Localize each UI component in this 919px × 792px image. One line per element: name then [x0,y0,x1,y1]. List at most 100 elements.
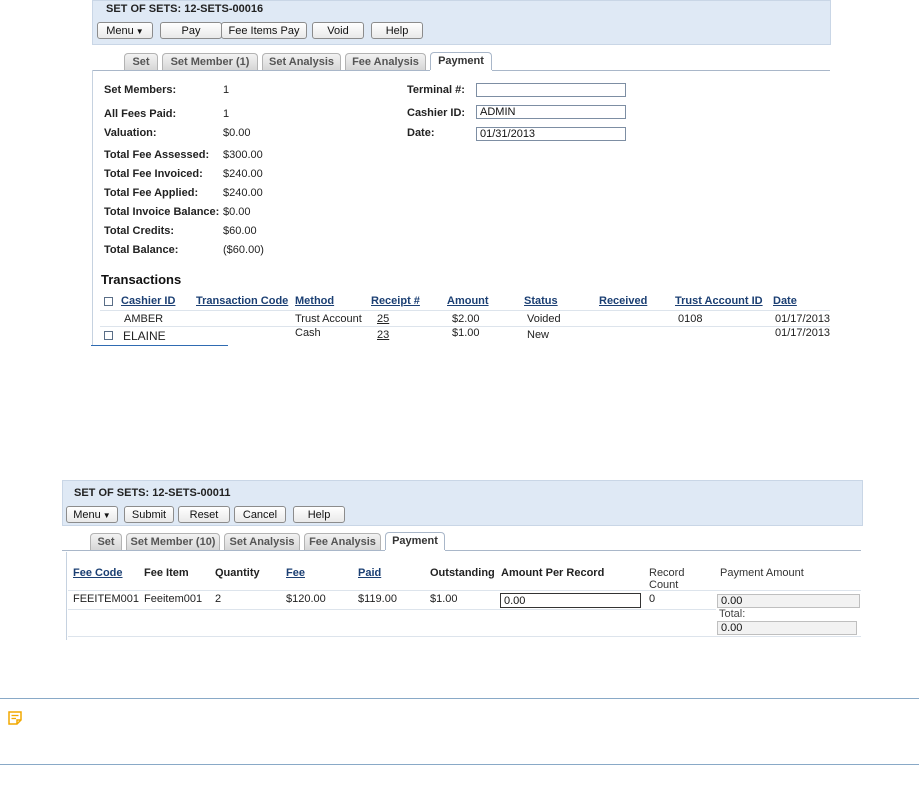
total-fee-applied-label: Total Fee Applied: [104,187,199,199]
row-method: Cash [295,327,321,339]
tab-divider-right [445,550,861,551]
menu-button[interactable]: Menu ▼ [66,506,118,523]
note-top-rule [0,698,919,699]
row-cashier-id: AMBER [124,313,164,325]
tab-payment[interactable]: Payment [430,52,492,70]
total-balance-label: Total Balance: [104,244,179,256]
total-balance-value: ($60.00) [223,244,264,256]
row-amount: $1.00 [452,327,480,339]
tab-set[interactable]: Set [90,533,122,550]
page-title: SET OF SETS: 12-SETS-00011 [74,487,231,499]
menu-button-label: Menu [73,509,101,521]
row-record-count: 0 [649,593,656,605]
tab-payment[interactable]: Payment [385,532,445,550]
tab-set-member[interactable]: Set Member (10) [126,533,220,550]
toolbar: Menu ▼ Submit Reset Cancel Help [66,506,856,524]
note-bottom-rule [0,764,919,765]
row-status: Voided [527,313,561,325]
total-fee-assessed-label: Total Fee Assessed: [104,149,210,161]
header-divider [68,590,861,591]
help-button[interactable]: Help [371,22,423,39]
col-quantity: Quantity [215,567,260,579]
total-fee-assessed-value: $300.00 [223,149,263,161]
screen-1: SET OF SETS: 12-SETS-00016 Menu ▼ Pay Fee… [0,0,919,360]
total-credits-value: $60.00 [223,225,257,237]
toolbar: Menu ▼ Pay Fee Items Pay Void Help [97,22,837,40]
row-outstanding: $1.00 [430,593,458,605]
all-fees-paid-label: All Fees Paid: [104,108,177,120]
amount-per-record-input[interactable] [500,593,641,608]
help-button[interactable]: Help [293,506,345,523]
row-cashier-id: ELAINE [123,329,166,343]
row-divider [68,609,716,610]
valuation-value: $0.00 [223,127,251,139]
row-fee-code: FEEITEM001 [73,593,140,605]
row-receipt-link[interactable]: 25 [377,313,389,325]
col-date[interactable]: Date [773,295,797,307]
tab-fee-analysis[interactable]: Fee Analysis [345,53,426,70]
fee-items-pay-button[interactable]: Fee Items Pay [221,22,307,39]
row-fee: $120.00 [286,593,326,605]
pay-button[interactable]: Pay [160,22,222,39]
col-payment-amount: Payment Amount [720,567,804,579]
header-divider [100,310,830,311]
total-invoice-balance-label: Total Invoice Balance: [104,206,220,218]
col-record-count-1: Record [649,567,685,579]
terminal-input[interactable] [476,83,626,97]
chevron-down-icon: ▼ [102,511,111,520]
void-button[interactable]: Void [312,22,364,39]
col-fee-item: Fee Item [144,567,189,579]
content-border [92,70,93,346]
col-amount[interactable]: Amount [447,295,489,307]
menu-button-label: Menu [106,25,134,37]
payment-amount-field [717,594,860,608]
total-field [717,621,857,635]
tab-set[interactable]: Set [124,53,158,70]
col-amount-per-record: Amount Per Record [501,567,605,579]
col-transaction-code[interactable]: Transaction Code [196,295,288,307]
transactions-title: Transactions [101,272,182,287]
cashier-id-input[interactable] [476,105,626,119]
total-invoice-balance-value: $0.00 [223,206,251,218]
tab-set-analysis[interactable]: Set Analysis [262,53,341,70]
date-input[interactable] [476,127,626,141]
content-border [66,552,67,640]
submit-button[interactable]: Submit [124,506,174,523]
select-all-checkbox[interactable] [104,297,113,306]
tab-fee-analysis[interactable]: Fee Analysis [304,533,381,550]
row-quantity: 2 [215,593,222,605]
menu-button[interactable]: Menu ▼ [97,22,153,39]
col-receipt[interactable]: Receipt # [371,295,420,307]
row-date: 01/17/2013 [775,313,831,325]
row-checkbox[interactable] [104,331,113,340]
col-received[interactable]: Received [599,295,647,307]
reset-button[interactable]: Reset [178,506,230,523]
cancel-button[interactable]: Cancel [234,506,286,523]
cashier-id-label: Cashier ID: [407,107,466,119]
tab-set-analysis[interactable]: Set Analysis [224,533,300,550]
footer-divider [68,636,861,637]
col-fee-code[interactable]: Fee Code [73,567,123,579]
total-fee-invoiced-value: $240.00 [223,168,263,180]
valuation-label: Valuation: [104,127,157,139]
col-status[interactable]: Status [524,295,558,307]
row-amount: $2.00 [452,313,480,325]
col-trust-account-id[interactable]: Trust Account ID [675,295,763,307]
total-fee-invoiced-label: Total Fee Invoiced: [104,168,203,180]
col-method[interactable]: Method [295,295,334,307]
tab-set-member[interactable]: Set Member (1) [162,53,258,70]
col-fee[interactable]: Fee [286,567,305,579]
all-fees-paid-value: 1 [223,108,230,120]
total-label: Total: [719,608,746,620]
col-outstanding: Outstanding [430,567,495,579]
header-bar: SET OF SETS: 12-SETS-00011 Menu ▼ Submit … [62,480,863,526]
note-icon [8,711,22,725]
tab-divider-right [492,70,830,71]
row-fee-item: Feeitem001 [144,593,203,605]
row-date: 01/17/2013 [775,327,831,339]
row-receipt-link[interactable]: 23 [377,329,389,341]
terminal-label: Terminal #: [407,84,465,96]
total-fee-applied-value: $240.00 [223,187,263,199]
col-paid[interactable]: Paid [358,567,381,579]
col-cashier-id[interactable]: Cashier ID [121,295,175,307]
